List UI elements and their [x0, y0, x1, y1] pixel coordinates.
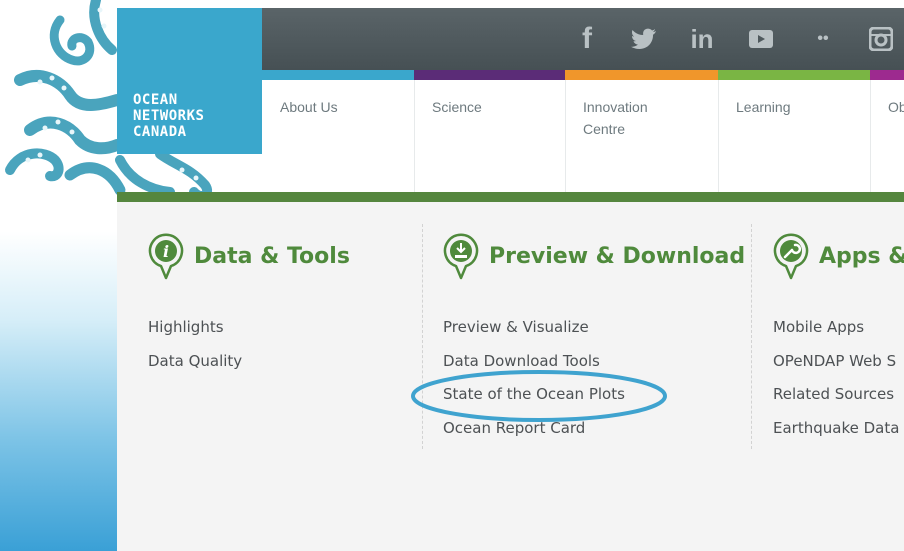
download-icon: [443, 233, 479, 280]
facebook-icon[interactable]: f: [572, 8, 602, 70]
column-header: i Data & Tools: [148, 232, 350, 280]
logo-wordmark: OCEAN NETWORKS CANADA: [133, 92, 205, 140]
flickr-icon[interactable]: ••: [806, 8, 840, 70]
nav-item-about-us[interactable]: About Us: [262, 70, 414, 192]
nav-item-ob[interactable]: Ob: [870, 70, 904, 192]
menu-link-earthquake-data[interactable]: Earthquake Data: [773, 419, 899, 437]
menu-link-related-sources[interactable]: Related Sources: [773, 385, 894, 403]
menu-top-border: [117, 192, 904, 202]
svg-text:i: i: [163, 242, 169, 261]
youtube-icon[interactable]: [746, 8, 776, 70]
nav-color-bar: [414, 70, 565, 80]
column-title: Preview & Download: [489, 243, 746, 269]
menu-link-mobile-apps[interactable]: Mobile Apps: [773, 318, 864, 336]
nav-color-bar: [870, 70, 904, 80]
menu-column-apps: Apps & Mobile Apps OPeNDAP Web S Related…: [773, 202, 904, 462]
menu-link-preview-visualize[interactable]: Preview & Visualize: [443, 318, 589, 336]
column-separator: [751, 224, 752, 449]
nav-item-learning[interactable]: Learning: [718, 70, 870, 192]
nav-label: Innovation Centre: [583, 99, 648, 137]
menu-link-data-download-tools[interactable]: Data Download Tools: [443, 352, 600, 370]
main-navigation: About Us Science Innovation Centre Learn…: [262, 70, 904, 192]
nav-label: Ob: [888, 99, 904, 115]
nav-item-science[interactable]: Science: [414, 70, 565, 192]
info-icon: i: [148, 233, 184, 280]
instagram-icon[interactable]: [864, 8, 898, 70]
top-social-bar: f in ••: [262, 8, 904, 70]
column-header: Preview & Download: [443, 232, 745, 280]
menu-link-state-of-the-ocean-plots[interactable]: State of the Ocean Plots: [443, 385, 625, 403]
mega-menu-panel: i Data & Tools Highlights Data Quality P…: [117, 202, 904, 551]
column-header: Apps &: [773, 232, 904, 280]
twitter-icon[interactable]: [626, 8, 662, 70]
column-title: Apps &: [819, 243, 904, 269]
nav-item-innovation-centre[interactable]: Innovation Centre: [565, 70, 718, 192]
nav-label: Learning: [736, 99, 791, 115]
menu-column-data-tools: i Data & Tools Highlights Data Quality: [148, 202, 418, 462]
menu-link-data-quality[interactable]: Data Quality: [148, 352, 242, 370]
linkedin-icon[interactable]: in: [684, 8, 720, 70]
menu-link-highlights[interactable]: Highlights: [148, 318, 224, 336]
menu-column-preview-download: Preview & Download Preview & Visualize D…: [443, 202, 763, 462]
nav-label: Science: [432, 99, 482, 115]
wrench-icon: [773, 233, 809, 280]
nav-label: About Us: [280, 99, 338, 115]
nav-color-bar: [718, 70, 870, 80]
ocean-networks-canada-logo[interactable]: OCEAN NETWORKS CANADA: [117, 8, 262, 154]
menu-link-ocean-report-card[interactable]: Ocean Report Card: [443, 419, 585, 437]
nav-color-bar: [262, 70, 414, 80]
column-separator: [422, 224, 423, 449]
column-title: Data & Tools: [194, 243, 350, 269]
nav-color-bar: [565, 70, 718, 80]
menu-link-opendap-web-services[interactable]: OPeNDAP Web S: [773, 352, 896, 370]
